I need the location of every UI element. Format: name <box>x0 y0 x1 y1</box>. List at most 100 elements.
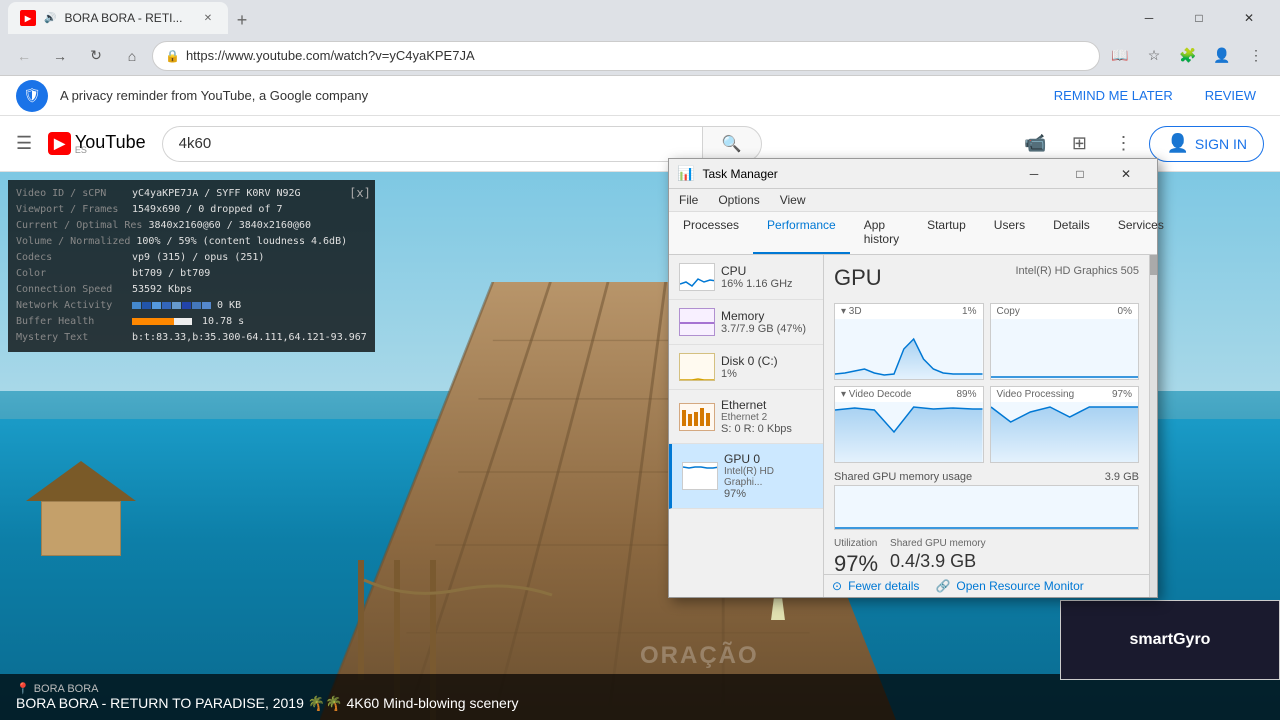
tab-services[interactable]: Services <box>1104 212 1178 254</box>
video-info-overlay: [x] Video ID / sCPN yC4yaKPE7JA / SYFF K… <box>8 180 375 352</box>
scrollbar-thumb[interactable] <box>1150 255 1157 275</box>
panel-subtitle: Intel(R) HD Graphics 505 <box>1016 265 1140 277</box>
memory-mini-graph <box>679 308 715 336</box>
more-button[interactable]: ⋮ <box>1105 126 1141 162</box>
graph-3d-label: ▾ 3D <box>841 306 862 317</box>
close-button[interactable]: ✕ <box>1226 2 1272 34</box>
tab-bar: ▶ 🔊 BORA BORA - RETI... ✕ + <box>8 2 1118 34</box>
minimize-button[interactable]: ─ <box>1126 2 1172 34</box>
video-button[interactable]: 📹 <box>1017 126 1053 162</box>
forward-button[interactable]: → <box>44 40 76 72</box>
search-button[interactable]: 🔍 <box>702 126 762 162</box>
scene-hut-left <box>26 461 136 556</box>
active-tab[interactable]: ▶ 🔊 BORA BORA - RETI... ✕ <box>8 2 228 34</box>
bookmark-button[interactable]: ☆ <box>1138 40 1170 72</box>
tab-performance[interactable]: Performance <box>753 212 850 254</box>
sidebar-item-disk[interactable]: Disk 0 (C:) 1% <box>669 345 823 390</box>
search-input[interactable] <box>162 126 702 162</box>
new-tab-button[interactable]: + <box>228 6 256 34</box>
tm-menu-view[interactable]: View <box>770 191 816 209</box>
tm-menu-options[interactable]: Options <box>708 191 769 209</box>
reload-button[interactable]: ↻ <box>80 40 112 72</box>
tab-app-history[interactable]: App history <box>850 212 913 254</box>
graph-video-processing: Video Processing 97% <box>990 386 1140 463</box>
graph-video-processing-value: 97% <box>1112 389 1132 400</box>
ethernet-mini-graph <box>679 403 715 431</box>
ad-text: smartGyro <box>1130 631 1211 649</box>
graph-video-processing-label: Video Processing <box>997 389 1075 400</box>
tm-minimize-button[interactable]: ─ <box>1011 159 1057 189</box>
sidebar-item-cpu[interactable]: CPU 16% 1.16 GHz <box>669 255 823 300</box>
video-location: 📍 BORA BORA <box>16 682 1264 695</box>
ad-banner[interactable]: smartGyro <box>1060 600 1280 680</box>
task-manager-scrollbar[interactable] <box>1149 255 1157 597</box>
address-bar: ← → ↻ ⌂ 🔒 https://www.youtube.com/watch?… <box>0 36 1280 76</box>
title-bar: ▶ 🔊 BORA BORA - RETI... ✕ + ─ □ ✕ <box>0 0 1280 36</box>
task-manager-body: CPU 16% 1.16 GHz Memory 3.7/7.9 GB (47%) <box>669 255 1157 597</box>
shared-gpu-mem-stat: Shared GPU memory 0.4/3.9 GB <box>890 538 986 574</box>
cpu-mini-graph <box>679 263 715 291</box>
youtube-logo-country: ES <box>75 145 146 155</box>
task-manager-panel: GPU Intel(R) HD Graphics 505 ▾ 3D 1% <box>824 255 1149 597</box>
tab-audio: 🔊 <box>44 13 56 24</box>
task-manager-tabs: Processes Performance App history Startu… <box>669 212 1157 255</box>
task-manager-footer: ⊙ Fewer details 🔗 Open Resource Monitor <box>824 574 1149 597</box>
shared-gpu-memory-section: Shared GPU memory usage 3.9 GB <box>834 471 1139 530</box>
tab-users[interactable]: Users <box>980 212 1039 254</box>
watermark-left: ORAÇÃO <box>640 642 759 670</box>
task-manager-icon: 📊 <box>677 165 694 182</box>
sidebar-item-gpu[interactable]: GPU 0 Intel(R) HD Graphi... 97% <box>669 444 823 509</box>
profile-button[interactable]: 👤 <box>1206 40 1238 72</box>
tm-menu-file[interactable]: File <box>669 191 708 209</box>
url-text: https://www.youtube.com/watch?v=yC4yaKPE… <box>186 48 475 63</box>
sidebar-item-memory[interactable]: Memory 3.7/7.9 GB (47%) <box>669 300 823 345</box>
video-bottom-bar: 📍 BORA BORA BORA BORA - RETURN TO PARADI… <box>0 674 1280 720</box>
apps-button[interactable]: ⊞ <box>1061 126 1097 162</box>
back-button[interactable]: ← <box>8 40 40 72</box>
more-menu-button[interactable]: ⋮ <box>1240 40 1272 72</box>
url-bar[interactable]: 🔒 https://www.youtube.com/watch?v=yC4yaK… <box>152 41 1100 71</box>
task-manager-menu-bar: File Options View <box>669 189 1157 212</box>
task-manager-window-controls: ─ □ ✕ <box>1011 159 1149 189</box>
graph-video-decode-area <box>835 402 983 462</box>
ssl-lock-icon: 🔒 <box>165 49 180 63</box>
search-bar: 🔍 <box>162 126 762 162</box>
gpu-graphs-grid: ▾ 3D 1% <box>834 303 1139 463</box>
task-manager-window: 📊 Task Manager ─ □ ✕ File Options View P… <box>668 158 1158 598</box>
banner-buttons: REMIND ME LATER REVIEW <box>1046 84 1264 107</box>
task-manager-title-bar: 📊 Task Manager ─ □ ✕ <box>669 159 1157 189</box>
remind-later-button[interactable]: REMIND ME LATER <box>1046 84 1181 107</box>
task-manager-title: Task Manager <box>702 167 1003 181</box>
extensions-button[interactable]: 🧩 <box>1172 40 1204 72</box>
open-resource-monitor-button[interactable]: 🔗 Open Resource Monitor <box>935 579 1083 593</box>
gpu-stats-row: Utilization 97% Shared GPU memory 0.4/3.… <box>834 538 1139 574</box>
graph-3d-value: 1% <box>962 306 976 317</box>
close-overlay-button[interactable]: [x] <box>349 184 371 203</box>
tab-processes[interactable]: Processes <box>669 212 753 254</box>
gpu-performance-panel: GPU Intel(R) HD Graphics 505 ▾ 3D 1% <box>824 255 1149 574</box>
youtube-logo[interactable]: ▶ YouTube ES <box>48 132 146 155</box>
tab-details[interactable]: Details <box>1039 212 1104 254</box>
tab-close-button[interactable]: ✕ <box>200 10 216 26</box>
hamburger-menu-button[interactable]: ☰ <box>16 133 32 154</box>
tm-maximize-button[interactable]: □ <box>1057 159 1103 189</box>
graph-video-decode: ▾ Video Decode 89% <box>834 386 984 463</box>
home-button[interactable]: ⌂ <box>116 40 148 72</box>
graph-copy-label: Copy <box>997 306 1020 317</box>
video-title: BORA BORA - RETURN TO PARADISE, 2019 🌴🌴 … <box>16 695 1264 712</box>
sidebar-item-ethernet[interactable]: Ethernet Ethernet 2 S: 0 R: 0 Kbps <box>669 390 823 444</box>
maximize-button[interactable]: □ <box>1176 2 1222 34</box>
graph-copy: Copy 0% <box>990 303 1140 380</box>
privacy-icon: 🛡 <box>16 80 48 112</box>
review-button[interactable]: REVIEW <box>1197 84 1264 107</box>
fewer-details-button[interactable]: ⊙ Fewer details <box>832 579 919 593</box>
tab-startup[interactable]: Startup <box>913 212 980 254</box>
graph-video-decode-value: 89% <box>956 389 976 400</box>
gpu-mini-graph <box>682 462 718 490</box>
header-actions: 📹 ⊞ ⋮ 👤 SIGN IN <box>1017 126 1264 162</box>
reader-mode-button[interactable]: 📖 <box>1104 40 1136 72</box>
monitor-icon: 🔗 <box>935 579 950 593</box>
tm-close-button[interactable]: ✕ <box>1103 159 1149 189</box>
sign-in-button[interactable]: 👤 SIGN IN <box>1149 126 1264 162</box>
window-controls: ─ □ ✕ <box>1126 2 1272 34</box>
